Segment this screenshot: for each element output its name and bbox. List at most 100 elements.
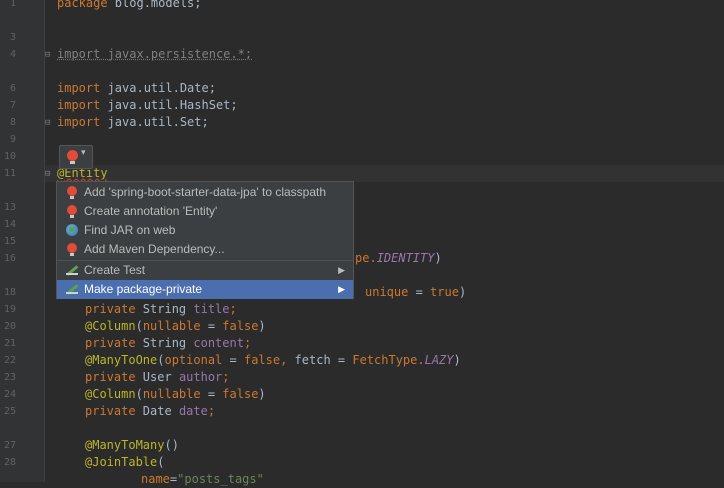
code-line[interactable]: name="posts_tags" <box>141 471 264 488</box>
popup-item-create-annotation[interactable]: Create annotation 'Entity' <box>57 202 353 221</box>
popup-item-label: Make package-private <box>84 282 203 296</box>
value: false <box>222 319 259 333</box>
code-line[interactable]: @JoinTable( <box>85 454 164 471</box>
value: true <box>430 285 459 299</box>
value: FetchType. <box>352 353 425 367</box>
code-line[interactable]: import javax.persistence.*; <box>57 46 252 63</box>
line-number: 7 <box>9 100 16 111</box>
code-text: = <box>200 387 223 401</box>
line-number: 23 <box>3 372 16 383</box>
line-number: 27 <box>3 440 16 451</box>
line-number: 19 <box>3 304 16 315</box>
keyword: package <box>57 0 108 10</box>
code-text: = <box>200 319 223 333</box>
code-line[interactable]: @Column(nullable = false) <box>85 386 266 403</box>
code-line[interactable]: @Column(nullable = false) <box>85 318 266 335</box>
code-line[interactable]: import java.util.Set; <box>57 114 209 131</box>
code-line-tail[interactable]: unique = true) <box>365 284 466 301</box>
submenu-arrow-icon: ▶ <box>338 265 345 275</box>
red-bulb-icon <box>67 150 78 164</box>
code-text: ) <box>434 251 442 265</box>
popup-item-make-package-private[interactable]: Make package-private ▶ <box>57 280 353 299</box>
keyword: private <box>85 404 136 418</box>
code-text: ) <box>453 353 461 367</box>
annotation: @ManyToMany <box>85 438 165 452</box>
line-number: 25 <box>3 406 16 417</box>
code-text: String <box>135 336 194 350</box>
pencil-icon <box>66 284 79 295</box>
keyword: import <box>57 98 101 112</box>
code-text: ; <box>229 302 237 316</box>
line-number: 6 <box>9 83 16 94</box>
fold-marker-icon[interactable]: ⊟ <box>45 169 54 179</box>
keyword: private <box>85 336 136 350</box>
value: false <box>243 353 281 367</box>
chevron-down-icon: ▾ <box>81 148 86 158</box>
line-number: 9 <box>9 134 16 145</box>
value: false <box>222 387 259 401</box>
annotation: @JoinTable <box>85 455 158 469</box>
constant: LAZY <box>424 353 454 367</box>
code-text: , <box>280 353 295 367</box>
popup-item-add-maven-dependency[interactable]: Add Maven Dependency... <box>57 240 353 259</box>
line-number: 11 <box>3 168 16 179</box>
code-line[interactable]: private String content; <box>85 335 251 352</box>
code-text: ) <box>258 319 266 333</box>
code-text: = <box>408 285 431 299</box>
code-text: ( <box>135 387 143 401</box>
fold-marker-icon[interactable]: ⊟ <box>45 118 54 128</box>
code-line[interactable]: package blog.models; <box>57 0 202 12</box>
intention-actions-popup: Add 'spring-boot-starter-data-jpa' to cl… <box>56 181 354 299</box>
popup-item-label: Add Maven Dependency... <box>84 242 225 256</box>
popup-item-create-test[interactable]: Create Test ▶ <box>57 261 353 280</box>
code-line[interactable]: private User author; <box>85 369 230 386</box>
globe-icon <box>66 224 78 236</box>
line-number: 8 <box>9 117 16 128</box>
line-number: 10 <box>3 151 16 162</box>
pencil-icon <box>66 265 79 276</box>
code-line[interactable]: @ManyToMany() <box>85 437 179 454</box>
line-number: 14 <box>3 219 16 230</box>
line-number: 20 <box>3 321 16 332</box>
code-line[interactable]: import java.util.Date; <box>57 80 216 97</box>
line-number: 4 <box>9 49 16 60</box>
code-text: User <box>135 370 179 384</box>
intention-actions-button[interactable]: ▾ <box>59 145 93 169</box>
code-line[interactable]: private String title; <box>85 301 237 318</box>
red-bulb-icon <box>67 186 77 199</box>
line-number: 21 <box>3 338 16 349</box>
annotation: @Column <box>85 387 136 401</box>
code-text: pe. <box>355 251 377 265</box>
current-line-highlight <box>45 165 724 182</box>
code-text: java.util.Date; <box>100 81 216 95</box>
gutter-separator <box>44 0 45 482</box>
popup-item-find-jar[interactable]: Find JAR on web <box>57 221 353 240</box>
code-text: () <box>164 438 179 452</box>
line-number: 24 <box>3 389 16 400</box>
param: nullable <box>142 387 201 401</box>
code-line[interactable]: import java.util.HashSet; <box>57 97 238 114</box>
param: nullable <box>142 319 201 333</box>
popup-item-add-spring-boot-starter[interactable]: Add 'spring-boot-starter-data-jpa' to cl… <box>57 183 353 202</box>
keyword: private <box>85 370 136 384</box>
param: name <box>141 472 170 486</box>
code-line[interactable]: @ManyToOne(optional = false, fetch = Fet… <box>85 352 461 369</box>
code-line-tail[interactable]: pe.IDENTITY) <box>355 250 442 267</box>
code-text: ; <box>207 404 216 418</box>
popup-item-label: Create annotation 'Entity' <box>84 204 218 218</box>
param: fetch <box>294 353 331 367</box>
code-line[interactable]: private Date date; <box>85 403 215 420</box>
code-text: java.util.Set; <box>100 115 209 129</box>
keyword: private <box>85 302 136 316</box>
string: "posts_tags" <box>177 472 264 486</box>
code-text: Date <box>135 404 179 418</box>
param: optional <box>164 353 223 367</box>
code-text: ; <box>243 336 252 350</box>
field: date <box>178 404 208 418</box>
code-text: ) <box>458 285 467 299</box>
popup-item-label: Create Test <box>84 263 146 277</box>
popup-item-label: Find JAR on web <box>84 223 176 237</box>
fold-marker-icon[interactable]: ⊟ <box>45 50 54 60</box>
code-text: = <box>222 353 244 367</box>
code-text: java.util.HashSet; <box>100 98 238 112</box>
